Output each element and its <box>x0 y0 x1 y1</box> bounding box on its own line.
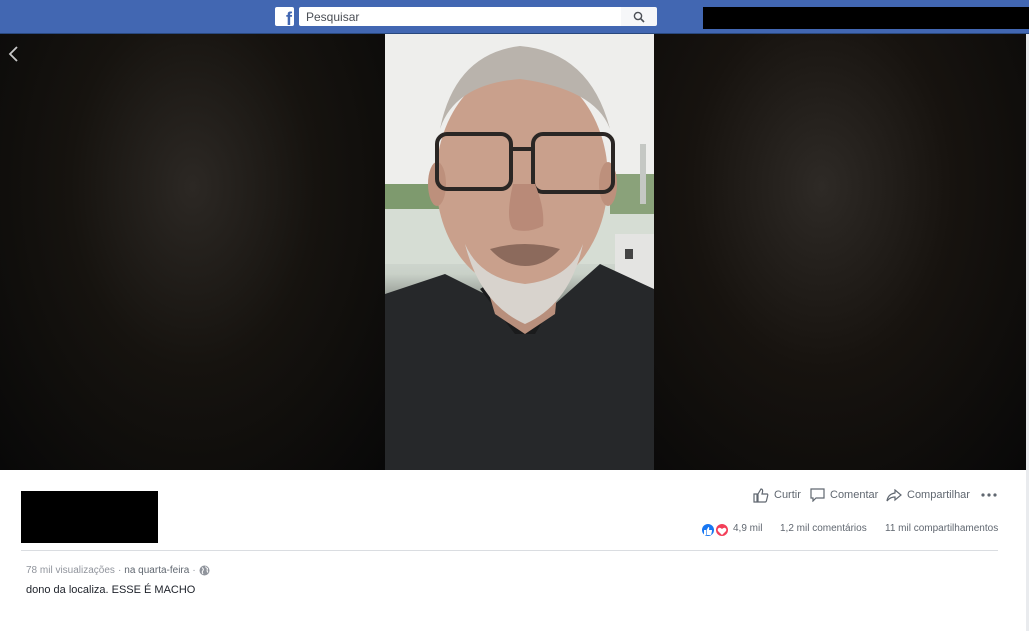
search-icon <box>633 11 645 23</box>
meta-separator: · <box>192 565 196 576</box>
share-label: Compartilhar <box>907 489 970 501</box>
shares-count[interactable]: 11 mil compartilhamentos <box>885 523 998 534</box>
heart-icon <box>717 527 727 535</box>
blurred-background-right <box>654 34 1026 470</box>
like-label: Curtir <box>774 489 801 501</box>
comments-count[interactable]: 1,2 mil comentários <box>780 523 867 534</box>
share-button[interactable]: Compartilhar <box>886 486 970 504</box>
thumbs-up-icon <box>753 487 769 503</box>
like-button[interactable]: Curtir <box>753 486 801 504</box>
video-still-image <box>385 34 654 470</box>
post-info-panel: Curtir Comentar Compartilhar 4,9 mil 1,2… <box>0 470 1026 631</box>
meta-separator: · <box>117 565 122 576</box>
thumbs-up-icon <box>704 527 713 535</box>
facebook-logo-icon[interactable]: f <box>275 7 294 29</box>
video-frame[interactable] <box>385 34 654 470</box>
top-navbar: f <box>0 0 1029 34</box>
redacted-profile-area <box>703 7 1029 29</box>
comment-icon <box>810 488 825 502</box>
comment-label: Comentar <box>830 489 879 501</box>
comment-button[interactable]: Comentar <box>810 486 878 504</box>
post-date[interactable]: na quarta-feira <box>124 565 189 576</box>
love-reaction-icon[interactable] <box>715 523 729 537</box>
reactions-count[interactable]: 4,9 mil <box>733 523 762 534</box>
post-caption: dono da localiza. ESSE É MACHO <box>26 584 196 596</box>
blurred-background-left <box>0 34 385 470</box>
more-dots-icon <box>981 493 997 497</box>
video-player[interactable] <box>0 34 1026 470</box>
more-options-button[interactable] <box>981 486 997 504</box>
search-button[interactable] <box>621 7 657 26</box>
chevron-left-icon[interactable] <box>6 44 20 64</box>
like-reaction-icon[interactable] <box>701 523 715 537</box>
redacted-author <box>21 491 158 543</box>
globe-icon[interactable] <box>199 565 210 576</box>
views-count: 78 mil visualizações <box>26 565 115 576</box>
divider <box>21 550 998 551</box>
post-meta: 78 mil visualizações · na quarta-feira · <box>26 565 210 576</box>
search-input[interactable] <box>299 7 621 26</box>
share-icon <box>886 488 902 501</box>
facebook-logo-letter: f <box>286 9 292 29</box>
